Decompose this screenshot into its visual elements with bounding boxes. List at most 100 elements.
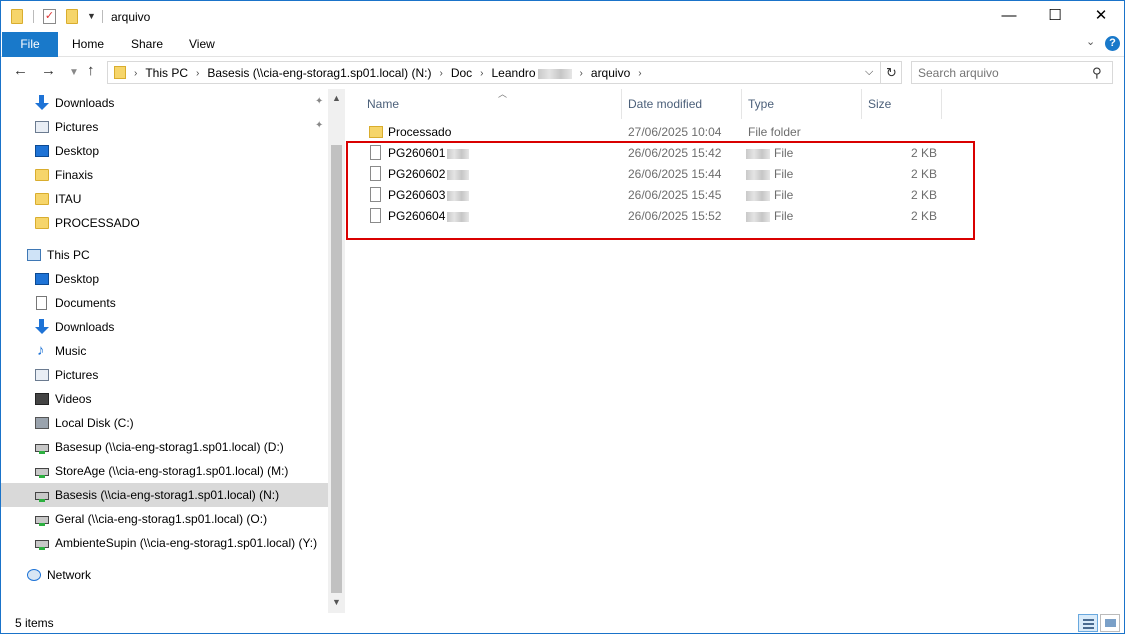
breadcrumb-leandro[interactable]: Leandro bbox=[492, 66, 572, 80]
minimize-button[interactable]: — bbox=[986, 1, 1032, 32]
sidebar-item-label: AmbienteSupin (\\cia-eng-storag1.sp01.lo… bbox=[55, 536, 318, 550]
tab-file[interactable]: File bbox=[2, 32, 58, 57]
chevron-right-icon[interactable]: › bbox=[439, 68, 442, 79]
sidebar-item-videos[interactable]: Videos bbox=[1, 387, 328, 411]
new-folder-icon[interactable] bbox=[66, 9, 78, 24]
address-dropdown-icon[interactable]: ⌵ bbox=[865, 66, 873, 79]
column-header-label: Name bbox=[367, 97, 400, 111]
column-header-label: Size bbox=[868, 97, 892, 111]
sidebar-item-label: Documents bbox=[55, 296, 116, 310]
chevron-right-icon[interactable]: › bbox=[134, 68, 137, 79]
large-icons-view-button[interactable] bbox=[1100, 614, 1120, 632]
properties-icon[interactable]: ✓ bbox=[43, 9, 56, 24]
sidebar-item-pc-downloads[interactable]: Downloads bbox=[1, 315, 328, 339]
tab-view[interactable]: View bbox=[189, 32, 215, 57]
sidebar-item-label: Basesis (\\cia-eng-storag1.sp01.local) (… bbox=[55, 488, 280, 502]
file-date: 27/06/2025 10:04 bbox=[628, 125, 722, 139]
search-input[interactable] bbox=[918, 65, 1086, 81]
folder-icon bbox=[114, 66, 126, 79]
sidebar-item-local-disk[interactable]: Local Disk (C:) bbox=[1, 411, 328, 435]
scroll-down-icon[interactable]: ▼ bbox=[332, 597, 341, 607]
folder-icon bbox=[35, 193, 49, 205]
sidebar-item-downloads[interactable]: Downloads ✦ bbox=[1, 91, 328, 115]
column-header-type[interactable]: Type bbox=[742, 89, 862, 119]
maximize-button[interactable]: ☐ bbox=[1032, 1, 1078, 32]
breadcrumb-this-pc[interactable]: This PC bbox=[145, 66, 188, 80]
breadcrumb-basesis[interactable]: Basesis (\\cia-eng-storag1.sp01.local) (… bbox=[207, 66, 431, 80]
sidebar-item-basesis[interactable]: Basesis (\\cia-eng-storag1.sp01.local) (… bbox=[1, 483, 328, 507]
desktop-icon bbox=[35, 145, 49, 157]
chevron-right-icon[interactable]: › bbox=[196, 68, 199, 79]
sidebar-item-ambientesupin[interactable]: AmbienteSupin (\\cia-eng-storag1.sp01.lo… bbox=[1, 531, 328, 555]
sidebar-item-label: Pictures bbox=[55, 120, 99, 134]
sidebar-item-pc-desktop[interactable]: Desktop bbox=[1, 267, 328, 291]
pin-icon[interactable]: ✦ bbox=[315, 96, 323, 107]
details-view-button[interactable] bbox=[1078, 614, 1098, 632]
sidebar-item-this-pc[interactable]: This PC bbox=[1, 243, 328, 267]
scrollbar-thumb[interactable] bbox=[331, 145, 342, 593]
file-explorer-window: ✓ ▼ arquivo — ☐ ✕ File Home Share View ⌄… bbox=[0, 0, 1125, 634]
back-arrow-icon[interactable]: ← bbox=[13, 62, 28, 79]
sidebar-item-pc-pictures[interactable]: Pictures bbox=[1, 363, 328, 387]
help-icon[interactable]: ? bbox=[1105, 36, 1120, 51]
pin-icon[interactable]: ✦ bbox=[315, 120, 323, 131]
scroll-up-icon[interactable]: ▲ bbox=[332, 93, 341, 103]
sidebar-item-label: Downloads bbox=[55, 320, 115, 334]
breadcrumb-arquivo[interactable]: arquivo bbox=[591, 66, 630, 80]
list-item-folder[interactable]: Processado 27/06/2025 10:04 File folder bbox=[346, 122, 946, 143]
sidebar-scrollbar[interactable]: ▲ ▼ bbox=[328, 89, 345, 613]
column-header-size[interactable]: Size bbox=[862, 89, 942, 119]
address-bar[interactable]: › This PC › Basesis (\\cia-eng-storag1.s… bbox=[107, 61, 902, 84]
sidebar-item-geral[interactable]: Geral (\\cia-eng-storag1.sp01.local) (O:… bbox=[1, 507, 328, 531]
folder-icon bbox=[35, 169, 49, 181]
tab-home[interactable]: Home bbox=[72, 32, 104, 57]
sidebar-item-processado[interactable]: PROCESSADO bbox=[1, 211, 328, 235]
refresh-icon[interactable]: ↻ bbox=[880, 62, 902, 83]
network-drive-icon bbox=[35, 516, 49, 526]
download-icon bbox=[35, 95, 49, 110]
sidebar-item-label: Finaxis bbox=[55, 168, 94, 182]
sidebar-item-label: Desktop bbox=[55, 272, 100, 286]
forward-arrow-icon[interactable]: → bbox=[41, 62, 56, 79]
navigation-pane: Downloads ✦ Pictures ✦ Desktop Finaxis I… bbox=[1, 89, 345, 613]
sidebar-item-documents[interactable]: Documents bbox=[1, 291, 328, 315]
folder-icon bbox=[369, 126, 383, 138]
chevron-right-icon[interactable]: › bbox=[480, 68, 483, 79]
network-drive-icon bbox=[35, 492, 49, 502]
chevron-right-icon[interactable]: › bbox=[638, 68, 641, 79]
column-header-label: Type bbox=[748, 97, 775, 111]
breadcrumb-doc[interactable]: Doc bbox=[451, 66, 472, 80]
sidebar-item-basesup[interactable]: Basesup (\\cia-eng-storag1.sp01.local) (… bbox=[1, 435, 328, 459]
title-bar: ✓ ▼ arquivo — ☐ ✕ bbox=[1, 1, 1124, 32]
status-bar: 5 items bbox=[1, 613, 1124, 633]
documents-icon bbox=[36, 296, 47, 310]
network-drive-icon bbox=[35, 540, 49, 550]
network-drive-icon bbox=[35, 468, 49, 478]
sidebar-item-label: StoreAge (\\cia-eng-storag1.sp01.local) … bbox=[55, 464, 289, 478]
sidebar-item-label: Music bbox=[55, 344, 87, 358]
close-button[interactable]: ✕ bbox=[1078, 1, 1124, 32]
search-box[interactable]: ⚲ bbox=[911, 61, 1113, 84]
column-header-name[interactable]: ︿ Name bbox=[358, 89, 622, 119]
search-icon[interactable]: ⚲ bbox=[1092, 65, 1102, 81]
folder-icon bbox=[35, 217, 49, 229]
sidebar-item-finaxis[interactable]: Finaxis bbox=[1, 163, 328, 187]
recent-locations-icon[interactable]: ▼ bbox=[69, 67, 79, 78]
chevron-right-icon[interactable]: › bbox=[580, 68, 583, 79]
customize-quick-access-icon[interactable]: ▼ bbox=[87, 11, 96, 21]
sidebar-item-pictures[interactable]: Pictures ✦ bbox=[1, 115, 328, 139]
ribbon: File Home Share View ⌄ ? bbox=[1, 32, 1124, 57]
sidebar-item-desktop[interactable]: Desktop bbox=[1, 139, 328, 163]
breadcrumb-leandro-label: Leandro bbox=[491, 66, 536, 80]
sidebar-item-label: Basesup (\\cia-eng-storag1.sp01.local) (… bbox=[55, 440, 284, 454]
sidebar-item-music[interactable]: ♪ Music bbox=[1, 339, 328, 363]
sidebar-item-storeage[interactable]: StoreAge (\\cia-eng-storag1.sp01.local) … bbox=[1, 459, 328, 483]
up-arrow-icon[interactable]: ↑ bbox=[87, 62, 95, 79]
tab-share[interactable]: Share bbox=[131, 32, 163, 57]
download-icon bbox=[35, 319, 49, 334]
expand-ribbon-icon[interactable]: ⌄ bbox=[1086, 35, 1095, 48]
sidebar-item-itau[interactable]: ITAU bbox=[1, 187, 328, 211]
column-header-date[interactable]: Date modified bbox=[622, 89, 742, 119]
pictures-icon bbox=[35, 121, 49, 133]
sidebar-item-network[interactable]: Network bbox=[1, 563, 328, 587]
